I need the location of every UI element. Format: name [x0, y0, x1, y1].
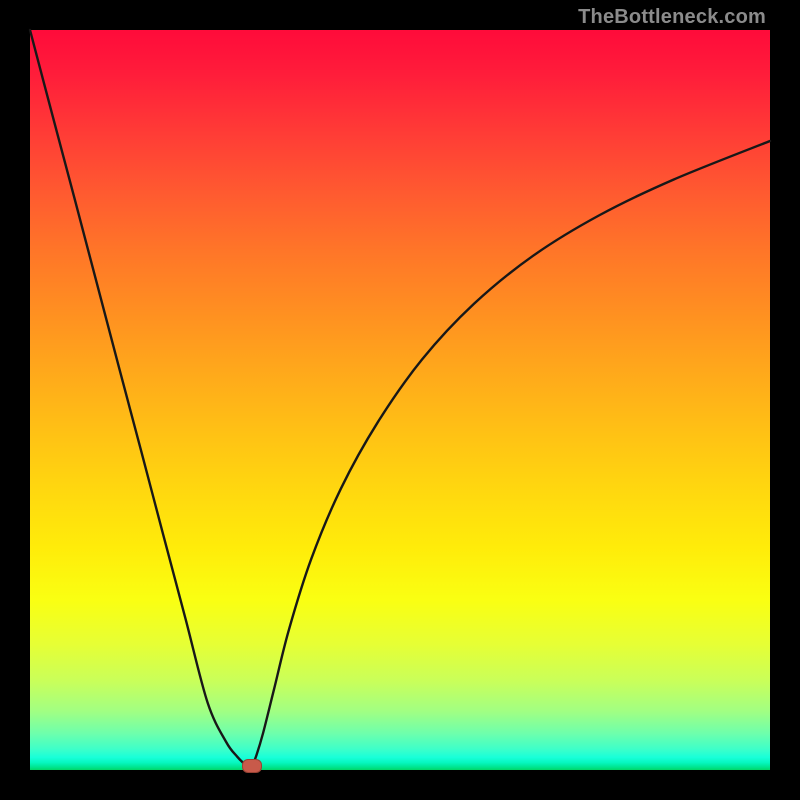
optimum-marker [242, 759, 262, 773]
curve-path [30, 30, 770, 769]
plot-area [30, 30, 770, 770]
bottleneck-curve [30, 30, 770, 770]
chart-frame: TheBottleneck.com [0, 0, 800, 800]
watermark-text: TheBottleneck.com [578, 6, 766, 29]
